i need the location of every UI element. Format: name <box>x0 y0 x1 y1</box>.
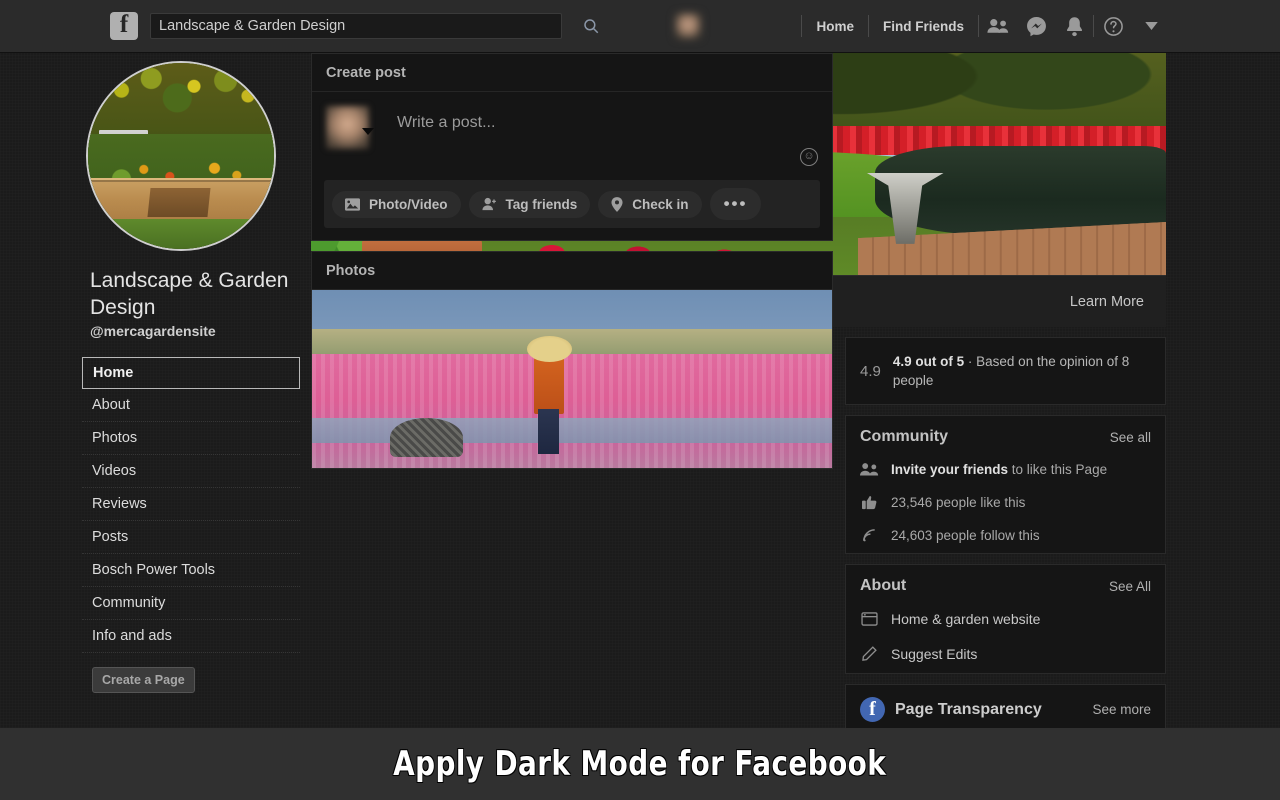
user-avatar[interactable] <box>675 13 701 39</box>
photo-video-button[interactable]: Photo/Video <box>332 191 461 218</box>
right-sidebar: 4.9 4.9 out of 5 · Based on the opinion … <box>845 337 1166 790</box>
photos-header: Photos <box>312 252 832 290</box>
top-navigation-bar: f Home Find Friends <box>0 0 1280 53</box>
nav-home-link[interactable]: Home <box>802 19 868 34</box>
facebook-logo-icon[interactable]: f <box>110 12 138 40</box>
invite-friends-text: Invite your friends to like this Page <box>891 462 1107 477</box>
tag-friends-label: Tag friends <box>506 197 578 212</box>
page-handle: @mercagardensite <box>90 323 292 339</box>
center-column: Create post Write a post... ☺ Pho <box>311 53 833 479</box>
tag-friends-button[interactable]: Tag friends <box>469 191 591 218</box>
about-website-text: Home & garden website <box>891 611 1040 627</box>
photo-thumbnail[interactable] <box>312 290 832 468</box>
create-a-page-button[interactable]: Create a Page <box>92 667 195 693</box>
follows-count-row: 24,603 people follow this <box>846 520 1165 553</box>
search-input[interactable] <box>150 13 562 39</box>
likes-count-text: 23,546 people like this <box>891 495 1025 510</box>
browser-window-icon <box>860 609 879 628</box>
page-transparency-see-more-link[interactable]: See more <box>1092 702 1151 717</box>
rating-headline: 4.9 out of 5 <box>893 354 964 369</box>
messenger-icon[interactable] <box>1017 11 1055 41</box>
create-post-header: Create post <box>312 54 832 92</box>
help-icon[interactable] <box>1094 11 1132 41</box>
location-pin-icon <box>611 197 623 212</box>
photo-icon <box>345 198 360 211</box>
follows-count-text: 24,603 people follow this <box>891 528 1040 543</box>
tag-friends-icon <box>482 197 497 211</box>
invite-friends-row[interactable]: Invite your friends to like this Page <box>846 454 1165 487</box>
composer-toolbar: Photo/Video Tag friends <box>324 180 820 228</box>
invite-friends-rest: to like this Page <box>1008 462 1107 477</box>
sidebar-item-about[interactable]: About <box>82 389 300 422</box>
rating-card: 4.9 4.9 out of 5 · Based on the opinion … <box>845 337 1166 405</box>
sidebar-item-photos[interactable]: Photos <box>82 422 300 455</box>
suggest-edits-row[interactable]: Suggest Edits <box>846 638 1165 673</box>
rating-separator: · <box>968 354 973 369</box>
caption-banner: Apply Dark Mode for Facebook <box>0 728 1280 800</box>
sidebar-item-videos[interactable]: Videos <box>82 455 300 488</box>
sidebar-item-home[interactable]: Home <box>82 357 300 389</box>
search-icon[interactable] <box>582 14 606 38</box>
page-nav-list: Home About Photos Videos Reviews Posts B… <box>82 357 300 653</box>
composer-body: Write a post... ☺ <box>312 92 832 170</box>
about-website-row[interactable]: Home & garden website <box>846 603 1165 638</box>
suggest-edits-text: Suggest Edits <box>891 646 977 662</box>
about-card: About See All Home & garden website Sugg… <box>845 564 1166 674</box>
create-post-card: Create post Write a post... ☺ Pho <box>311 53 833 241</box>
search-container <box>150 13 562 39</box>
nav-find-friends-link[interactable]: Find Friends <box>869 19 978 34</box>
thumbs-up-icon <box>860 493 879 512</box>
community-header: Community See all <box>846 416 1165 454</box>
account-menu-chevron-down-icon[interactable] <box>1132 11 1170 41</box>
check-in-button[interactable]: Check in <box>598 191 701 218</box>
sidebar-item-community[interactable]: Community <box>82 587 300 620</box>
sidebar-item-reviews[interactable]: Reviews <box>82 488 300 521</box>
photos-card: Photos <box>311 251 833 469</box>
likes-count-row: 23,546 people like this <box>846 487 1165 520</box>
sidebar-item-posts[interactable]: Posts <box>82 521 300 554</box>
caption-text: Apply Dark Mode for Facebook <box>393 744 886 784</box>
invite-friends-bold: Invite your friends <box>891 462 1008 477</box>
nav-right-group: Home Find Friends <box>675 11 1170 41</box>
friend-requests-icon[interactable] <box>979 11 1017 41</box>
page-transparency-title: Page Transparency <box>895 701 1042 719</box>
post-input[interactable]: Write a post... <box>397 106 495 170</box>
facebook-logo-icon: f <box>860 697 885 722</box>
rating-score: 4.9 <box>860 363 881 380</box>
notifications-bell-icon[interactable] <box>1055 11 1093 41</box>
learn-more-button[interactable]: Learn More <box>1070 294 1144 310</box>
rating-summary: 4.9 out of 5 · Based on the opinion of 8… <box>893 352 1151 390</box>
friends-group-icon <box>860 460 879 479</box>
rss-follow-icon <box>860 526 879 545</box>
composer-audience-chevron-down-icon[interactable] <box>362 128 374 135</box>
community-title: Community <box>860 428 948 446</box>
sidebar-item-bosch-power-tools[interactable]: Bosch Power Tools <box>82 554 300 587</box>
sidebar-item-info-and-ads[interactable]: Info and ads <box>82 620 300 653</box>
emoji-picker-icon[interactable]: ☺ <box>800 148 818 166</box>
about-title: About <box>860 577 906 595</box>
page-title: Landscape & Garden Design <box>90 267 292 321</box>
photo-video-label: Photo/Video <box>369 197 448 212</box>
about-see-all-link[interactable]: See All <box>1109 579 1151 594</box>
community-see-all-link[interactable]: See all <box>1110 430 1151 445</box>
pencil-icon <box>860 644 879 663</box>
left-sidebar: Landscape & Garden Design @mercagardensi… <box>82 53 300 693</box>
page-transparency-header: f Page Transparency See more <box>860 697 1151 722</box>
community-card: Community See all Invite your friends to… <box>845 415 1166 554</box>
composer-more-button[interactable]: ••• <box>710 188 762 220</box>
check-in-label: Check in <box>632 197 688 212</box>
page-profile-picture[interactable] <box>86 61 276 251</box>
about-header: About See All <box>846 565 1165 603</box>
